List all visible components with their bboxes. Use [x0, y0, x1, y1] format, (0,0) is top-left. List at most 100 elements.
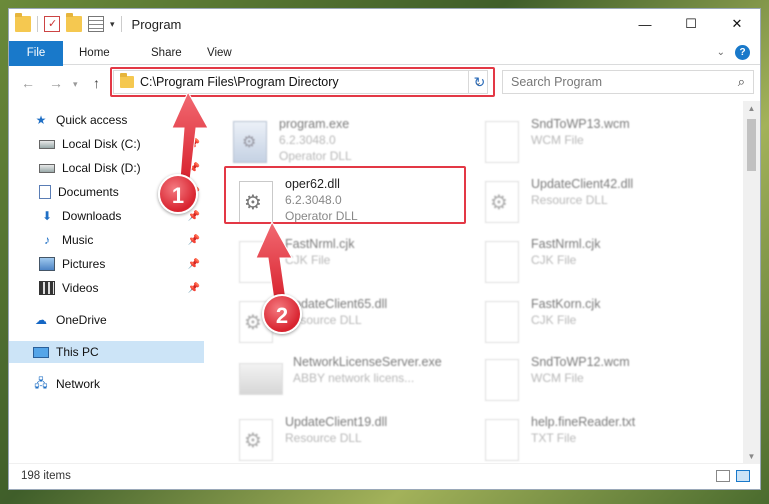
pin-icon: 📌 [187, 234, 200, 246]
file-item[interactable]: program.exe 6.2.3048.0 Operator DLL [227, 115, 477, 171]
disk-icon [39, 139, 55, 149]
customize-chevron-icon[interactable]: ▾ [110, 19, 115, 30]
file-item[interactable]: NetworkLicenseServer.exe ABBY network li… [233, 353, 483, 409]
pin-icon: 📌 [187, 258, 200, 270]
pin-icon: 📌 [187, 210, 200, 222]
computer-icon [33, 346, 49, 358]
new-folder-icon[interactable] [66, 13, 82, 32]
tab-home[interactable]: Home [67, 41, 122, 65]
sidebar-item-label: Local Disk (C:) [62, 137, 141, 151]
search-input[interactable]: Search Program ⌕ [502, 70, 754, 94]
navigation-pane: ★ Quick access Local Disk (C:) 📌 Local D… [9, 101, 204, 465]
back-arrow-icon[interactable]: ← [21, 75, 35, 91]
quick-access-toolbar: ▾ Program [15, 13, 181, 32]
sidebar-item-label: This PC [56, 345, 99, 359]
pin-icon: 📌 [187, 162, 200, 174]
file-icon [485, 121, 519, 163]
sidebar-item-onedrive[interactable]: ☁ OneDrive [9, 309, 204, 331]
cloud-icon: ☁ [35, 313, 47, 327]
window-controls: — ☐ ✕ [622, 9, 760, 39]
file-name: FastNrml.cjk [531, 237, 601, 251]
file-type: Resource DLL [531, 193, 608, 207]
sidebar-item-label: OneDrive [56, 313, 107, 327]
sidebar-item-label: Music [62, 233, 94, 247]
ribbon-right: ⌄ ? [717, 45, 750, 60]
network-icon: 🖧 [34, 375, 48, 390]
tiles-view-icon[interactable] [736, 470, 750, 482]
sidebar-item-quick-access[interactable]: ★ Quick access [9, 109, 204, 131]
recent-chevron-icon[interactable]: ▾ [73, 79, 78, 90]
close-button[interactable]: ✕ [714, 9, 760, 39]
sidebar-item-videos[interactable]: Videos 📌 [9, 277, 204, 299]
details-view-icon[interactable] [716, 470, 730, 482]
star-icon: ★ [35, 113, 47, 127]
file-icon [485, 359, 519, 401]
sidebar-item-music[interactable]: ♪ Music 📌 [9, 229, 204, 251]
minimize-button[interactable]: — [622, 9, 668, 39]
dll-file-icon [239, 419, 273, 461]
up-arrow-icon[interactable]: ↑ [93, 75, 100, 91]
sidebar-item-label: Local Disk (D:) [62, 161, 141, 175]
videos-icon [39, 281, 55, 295]
vertical-scrollbar[interactable]: ▲ ▼ [743, 101, 760, 465]
view-icon[interactable] [88, 16, 104, 32]
file-type: WCM File [531, 371, 584, 385]
file-item[interactable]: SndToWP13.wcm WCM File [479, 115, 729, 171]
file-icon [485, 301, 519, 343]
ribbon-tabs: File Home Share View ⌄ ? [9, 41, 760, 97]
file-highlight-box [224, 166, 466, 224]
sidebar-item-local-disk-c[interactable]: Local Disk (C:) 📌 [9, 133, 204, 155]
expand-ribbon-icon[interactable]: ⌄ [717, 47, 725, 58]
file-item[interactable]: FastNrml.cjk CJK File [233, 235, 483, 291]
scrollbar-thumb[interactable] [747, 119, 756, 171]
file-type: ABBY network licens... [293, 371, 415, 385]
exe-file-icon [239, 363, 283, 395]
sidebar-item-this-pc[interactable]: This PC [9, 341, 204, 363]
maximize-button[interactable]: ☐ [668, 9, 714, 39]
file-name: NetworkLicenseServer.exe [293, 355, 442, 369]
download-icon: ⬇ [41, 209, 53, 223]
disk-icon [39, 163, 55, 173]
search-icon: ⌕ [737, 74, 745, 89]
sidebar-item-label: Pictures [62, 257, 106, 271]
title-bar: ▾ Program — ☐ ✕ [9, 9, 760, 41]
sidebar-item-network[interactable]: 🖧 Network [9, 373, 204, 395]
tab-view[interactable]: View [195, 41, 244, 65]
file-name: help.fineReader.txt [531, 415, 636, 429]
file-list: program.exe 6.2.3048.0 Operator DLL oper… [205, 101, 745, 465]
file-item[interactable]: FastKorn.cjk CJK File [479, 295, 729, 351]
help-icon[interactable]: ? [735, 45, 750, 60]
pin-icon: 📌 [187, 138, 200, 150]
file-item[interactable]: help.fineReader.txt TXT File [479, 413, 729, 465]
sidebar-item-label: Downloads [62, 209, 122, 223]
file-name: SndToWP13.wcm [531, 117, 630, 131]
tab-share[interactable]: Share [139, 41, 194, 65]
pictures-icon [39, 257, 55, 271]
file-item[interactable]: UpdateClient42.dll Resource DLL [479, 175, 729, 231]
separator [120, 16, 122, 32]
sidebar-item-pictures[interactable]: Pictures 📌 [9, 253, 204, 275]
separator [37, 16, 38, 32]
file-name: program.exe [279, 117, 350, 131]
file-description: Operator DLL [279, 149, 352, 163]
file-type: Resource DLL [285, 431, 362, 445]
view-switcher [716, 470, 750, 482]
address-highlight-box [110, 67, 495, 97]
status-bar: 198 items [9, 463, 760, 489]
forward-arrow-icon[interactable]: → [49, 75, 63, 91]
folder-icon [15, 13, 31, 32]
music-icon: ♪ [44, 233, 50, 247]
file-item[interactable]: UpdateClient19.dll Resource DLL [233, 413, 483, 465]
file-item[interactable]: FastNrml.cjk CJK File [479, 235, 729, 291]
item-count: 198 items [21, 470, 71, 482]
file-name: SndToWP12.wcm [531, 355, 630, 369]
scroll-up-icon[interactable]: ▲ [743, 101, 760, 117]
sidebar-item-label: Videos [62, 281, 99, 295]
file-name: UpdateClient19.dll [285, 415, 388, 429]
dll-file-icon [485, 181, 519, 223]
properties-icon[interactable] [44, 16, 60, 32]
file-item[interactable]: SndToWP12.wcm WCM File [479, 353, 729, 409]
sidebar-item-label: Network [56, 377, 101, 391]
navigation-bar: ← → ▾ ↑ C:\Program Files\Program Directo… [9, 66, 760, 100]
file-icon [239, 241, 273, 283]
